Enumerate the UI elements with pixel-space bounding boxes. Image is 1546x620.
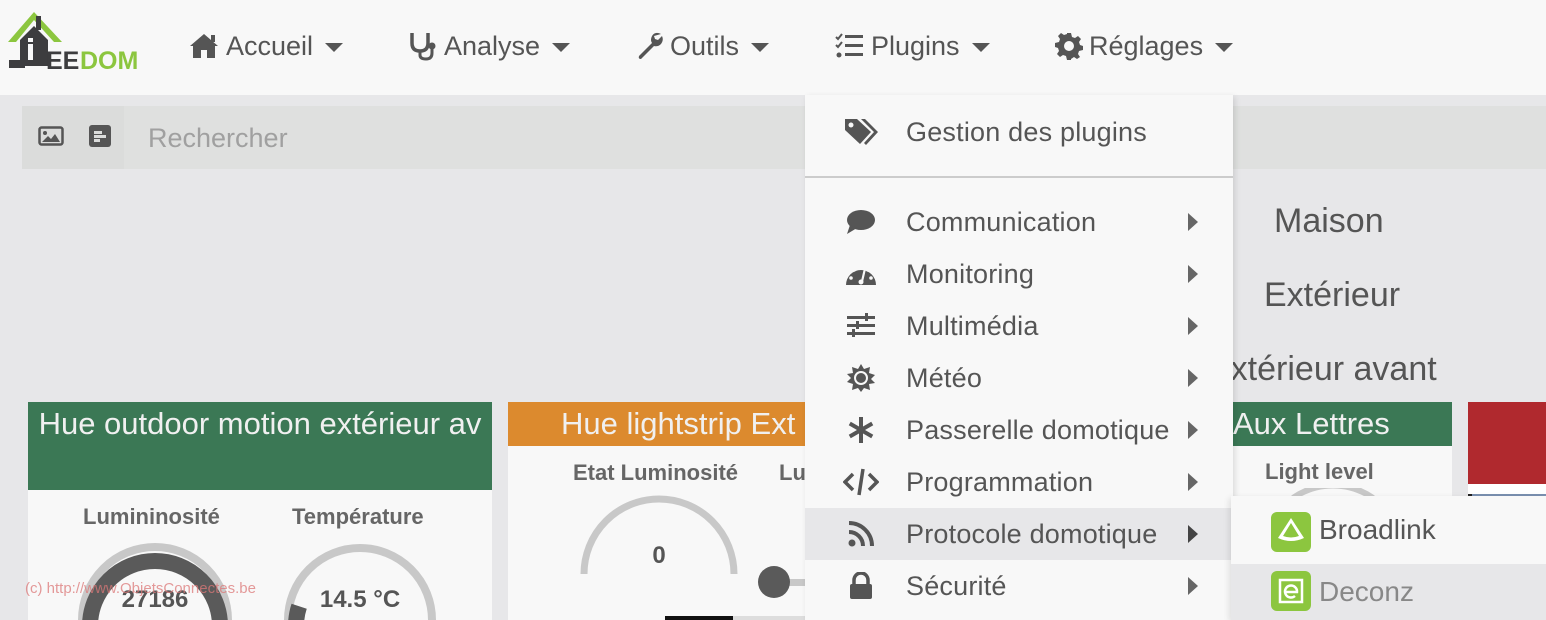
menu-item-protocole-domotique[interactable]: Protocole domotique: [805, 508, 1233, 560]
gauge-value-etat-luminosite: 0: [652, 542, 666, 569]
list-icon: [89, 125, 111, 147]
chevron-down-icon: [751, 43, 770, 52]
menu-item-label: Communication: [906, 206, 1097, 237]
menu-item-multimedia[interactable]: Multimédia: [805, 300, 1233, 352]
chevron-down-icon: [325, 43, 344, 52]
menu-item-meteo[interactable]: Météo: [805, 352, 1233, 404]
menu-item-monitoring[interactable]: Monitoring: [805, 248, 1233, 300]
home-icon: [190, 34, 218, 58]
gauge-value-temperature: 14.5 °C: [319, 586, 401, 613]
menu-item-label: Passerelle domotique: [906, 414, 1170, 445]
chevron-down-icon: [552, 43, 571, 52]
nav-outils[interactable]: Outils: [636, 26, 770, 66]
dashboard-icon: [843, 259, 879, 289]
cmd-label-luminosite: Lumininosité: [83, 504, 220, 529]
widget-red: [1468, 402, 1546, 496]
chevron-down-icon: [971, 43, 990, 52]
menu-item-label: Protocole domotique: [906, 518, 1158, 549]
sliders-icon: [843, 311, 879, 341]
logo-text-dark: EE: [46, 47, 79, 72]
jeedom-logo[interactable]: EE DOM: [6, 10, 148, 72]
nav-plugins[interactable]: Plugins: [835, 26, 990, 66]
nav-plugins-label: Plugins: [871, 30, 960, 61]
menu-item-label: Météo: [906, 362, 983, 393]
list-view-button[interactable]: [89, 125, 115, 149]
logo-text-green: DOM: [80, 47, 138, 72]
broadlink-icon: [1271, 512, 1311, 552]
wrench-icon: [638, 32, 663, 59]
menu-item-label: Sécurité: [906, 570, 1007, 601]
cmd-label-luminosite: Lu: [779, 460, 805, 485]
chevron-right-icon: [1188, 369, 1198, 387]
widget-header[interactable]: Aux Lettres: [1233, 402, 1452, 446]
object-title-exterieur[interactable]: Extérieur: [1264, 276, 1400, 315]
widget-header[interactable]: [1468, 402, 1546, 484]
tags-icon: [843, 117, 879, 147]
cmd-label-light-level: Light level: [1265, 459, 1374, 484]
nav-analyse-label: Analyse: [444, 30, 541, 61]
nav-analyse[interactable]: Analyse: [408, 26, 571, 66]
chevron-right-icon: [1188, 577, 1198, 595]
chevron-right-icon: [1188, 525, 1198, 543]
object-title-maison[interactable]: Maison: [1274, 202, 1384, 241]
lock-icon: [843, 571, 879, 601]
navbar: EE DOM Accueil Analyse Outils Plugins Ré…: [0, 0, 1546, 95]
comment-icon: [843, 207, 879, 237]
widget-header[interactable]: Hue lightstrip Ext: [508, 402, 805, 446]
menu-item-label: Monitoring: [906, 258, 1035, 289]
sun-icon: [843, 363, 879, 393]
widget-boite-aux-lettres: Aux Lettres Light level: [1233, 402, 1452, 496]
gauge-value-luminosite: 27186: [121, 586, 189, 613]
gauge-light-level: [1291, 488, 1375, 496]
chevron-right-icon: [1188, 265, 1198, 283]
menu-item-gestion-plugins[interactable]: Gestion des plugins: [805, 106, 1233, 158]
progress-bar: [665, 616, 805, 620]
widget-hue-lightstrip: Hue lightstrip Ext Etat Luminosité Lu 0: [508, 402, 805, 620]
protocole-domotique-submenu: Broadlink Deconz: [1231, 496, 1546, 620]
nav-reglages[interactable]: Réglages: [1055, 26, 1234, 66]
object-title-exterieur-avant[interactable]: Extérieur avant: [1208, 350, 1437, 389]
nav-accueil-label: Accueil: [226, 30, 314, 61]
gear-icon: [1055, 33, 1083, 60]
stethoscope-icon: [410, 33, 436, 61]
menu-item-passerelle-domotique[interactable]: Passerelle domotique: [805, 404, 1233, 456]
rss-icon: [843, 519, 879, 549]
submenu-item-broadlink[interactable]: Broadlink: [1231, 496, 1546, 564]
menu-item-securite[interactable]: Sécurité: [805, 560, 1233, 612]
submenu-item-label: Broadlink: [1319, 514, 1436, 545]
menu-item-communication[interactable]: Communication: [805, 196, 1233, 248]
menu-item-programmation[interactable]: Programmation: [805, 456, 1233, 508]
widget-header[interactable]: Hue outdoor motion extérieur av: [28, 402, 492, 490]
plugins-dropdown-menu: Gestion des plugins Communication Monito…: [805, 95, 1233, 620]
progress-fill: [665, 616, 733, 620]
menu-item-label: Programmation: [906, 466, 1094, 497]
tasks-icon: [835, 33, 863, 58]
nav-reglages-label: Réglages: [1089, 30, 1204, 61]
search-input[interactable]: [148, 120, 748, 156]
asterisk-icon: [843, 415, 879, 445]
search-button-group: [22, 106, 124, 169]
submenu-item-label: Deconz: [1319, 576, 1414, 607]
nav-accueil[interactable]: Accueil: [188, 26, 344, 66]
widget-hue-outdoor-motion: Hue outdoor motion extérieur av Luminino…: [28, 402, 492, 620]
submenu-item-deconz[interactable]: Deconz: [1231, 564, 1546, 620]
chevron-down-icon: [1215, 43, 1234, 52]
image-view-button[interactable]: [38, 125, 64, 149]
code-icon: [843, 467, 879, 497]
image-icon: [38, 126, 64, 146]
menu-divider: [805, 176, 1233, 178]
cmd-label-etat-luminosite: Etat Luminosité: [573, 460, 739, 485]
brightness-slider[interactable]: [758, 566, 805, 600]
chevron-right-icon: [1188, 421, 1198, 439]
chevron-right-icon: [1188, 317, 1198, 335]
chevron-right-icon: [1188, 213, 1198, 231]
menu-item-label: Multimédia: [906, 310, 1039, 341]
deconz-icon: [1271, 571, 1311, 611]
nav-outils-label: Outils: [670, 30, 740, 61]
slider-handle[interactable]: [758, 566, 790, 598]
cmd-label-temperature: Température: [292, 504, 424, 529]
menu-item-label: Gestion des plugins: [906, 116, 1147, 147]
chevron-right-icon: [1188, 473, 1198, 491]
search-bar: [22, 106, 1546, 169]
